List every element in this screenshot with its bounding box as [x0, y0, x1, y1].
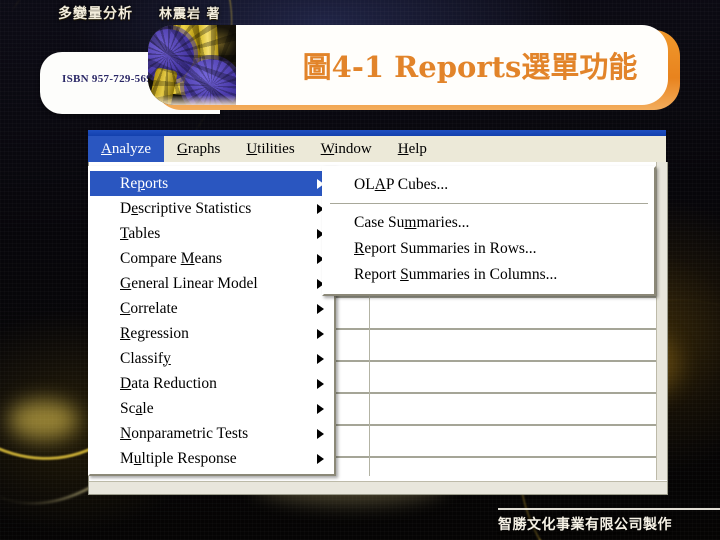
reports-submenu: OLAP Cubes... Case Summaries... Report Sum…: [322, 166, 656, 296]
menu-item-label: Scale: [120, 399, 154, 417]
menubar-item-label: Help: [397, 140, 427, 157]
menu-item-label: Regression: [120, 324, 189, 342]
menu-item-multiple-response[interactable]: Multiple Response: [90, 446, 334, 471]
menu-bar: Analyze Graphs Utilities Window Help: [88, 136, 666, 163]
menu-item-data-reduction[interactable]: Data Reduction: [90, 371, 334, 396]
menu-item-compare-means[interactable]: Compare Means: [90, 246, 334, 271]
book-author: 林震岩 著: [159, 7, 221, 22]
footer-divider: [498, 508, 720, 510]
menu-item-regression[interactable]: Regression: [90, 321, 334, 346]
submenu-arrow-icon: [317, 353, 324, 364]
menu-separator: [330, 203, 648, 204]
menubar-item-window[interactable]: Window: [308, 136, 385, 162]
menu-item-label: Compare Means: [120, 249, 223, 267]
submenu-item-label: Report Summaries in Columns...: [354, 266, 558, 283]
menu-item-general-linear-model[interactable]: General Linear Model: [90, 271, 334, 296]
menu-item-label: Data Reduction: [120, 374, 217, 392]
submenu-arrow-icon: [317, 403, 324, 414]
menu-item-correlate[interactable]: Correlate: [90, 296, 334, 321]
menu-item-nonparametric-tests[interactable]: Nonparametric Tests: [90, 421, 334, 446]
submenu-arrow-icon: [317, 328, 324, 339]
menubar-item-label: Graphs: [176, 140, 221, 157]
submenu-arrow-icon: [317, 453, 324, 464]
submenu-item-label: Report Summaries in Rows...: [354, 240, 537, 257]
submenu-item-olap-cubes[interactable]: OLAP Cubes...: [324, 172, 654, 198]
submenu-item-label: OLAP Cubes...: [354, 176, 449, 193]
analyze-dropdown-menu: Reports Descriptive Statistics Tables Compa…: [88, 166, 336, 476]
gear-teeth-overlay: [148, 25, 236, 105]
menubar-item-help[interactable]: Help: [385, 136, 440, 162]
book-title: 多變量分析: [58, 6, 133, 22]
vertical-scrollbar[interactable]: [656, 162, 667, 480]
submenu-item-report-summaries-in-columns[interactable]: Report Summaries in Columns...: [324, 262, 654, 288]
menu-item-label: Reports: [120, 174, 169, 192]
submenu-item-label: Case Summaries...: [354, 214, 470, 231]
menubar-item-label: Window: [320, 140, 372, 157]
menubar-item-label: Utilities: [246, 140, 295, 157]
horizontal-scrollbar[interactable]: [89, 481, 667, 494]
menu-item-descriptive-statistics[interactable]: Descriptive Statistics: [90, 196, 334, 221]
menu-item-label: Correlate: [120, 299, 178, 317]
menubar-item-utilities[interactable]: Utilities: [233, 136, 307, 162]
book-header: 多變量分析 林震岩 著: [58, 3, 221, 23]
gears-photo: [148, 25, 236, 105]
slide-canvas: op xig 6 Am 多變量分析 林震岩 著 ISBN 957-729-569…: [0, 0, 720, 540]
menu-item-tables[interactable]: Tables: [90, 221, 334, 246]
menu-item-label: Multiple Response: [120, 449, 237, 467]
submenu-arrow-icon: [317, 428, 324, 439]
menubar-item-label: Analyze: [101, 140, 151, 157]
menu-item-classify[interactable]: Classify: [90, 346, 334, 371]
menu-item-label: Nonparametric Tests: [120, 424, 249, 442]
menubar-item-graphs[interactable]: Graphs: [164, 136, 233, 162]
menu-item-label: Tables: [120, 224, 161, 242]
submenu-item-report-summaries-in-rows[interactable]: Report Summaries in Rows...: [324, 236, 654, 262]
figure-title: 圖4-1 Reports選單功能: [302, 50, 638, 84]
footer-credit: 智勝文化事業有限公司製作: [498, 517, 672, 533]
submenu-arrow-icon: [317, 378, 324, 389]
submenu-item-case-summaries[interactable]: Case Summaries...: [324, 210, 654, 236]
menubar-item-analyze[interactable]: Analyze: [88, 136, 164, 162]
title-card: 圖4-1 Reports選單功能: [148, 25, 668, 105]
background-glow: [8, 400, 78, 440]
menu-item-label: Descriptive Statistics: [120, 199, 252, 217]
menu-item-scale[interactable]: Scale: [90, 396, 334, 421]
menu-item-label: General Linear Model: [120, 274, 258, 292]
submenu-arrow-icon: [317, 303, 324, 314]
menu-item-label: Classify: [120, 349, 171, 367]
menu-item-reports[interactable]: Reports: [90, 171, 334, 196]
